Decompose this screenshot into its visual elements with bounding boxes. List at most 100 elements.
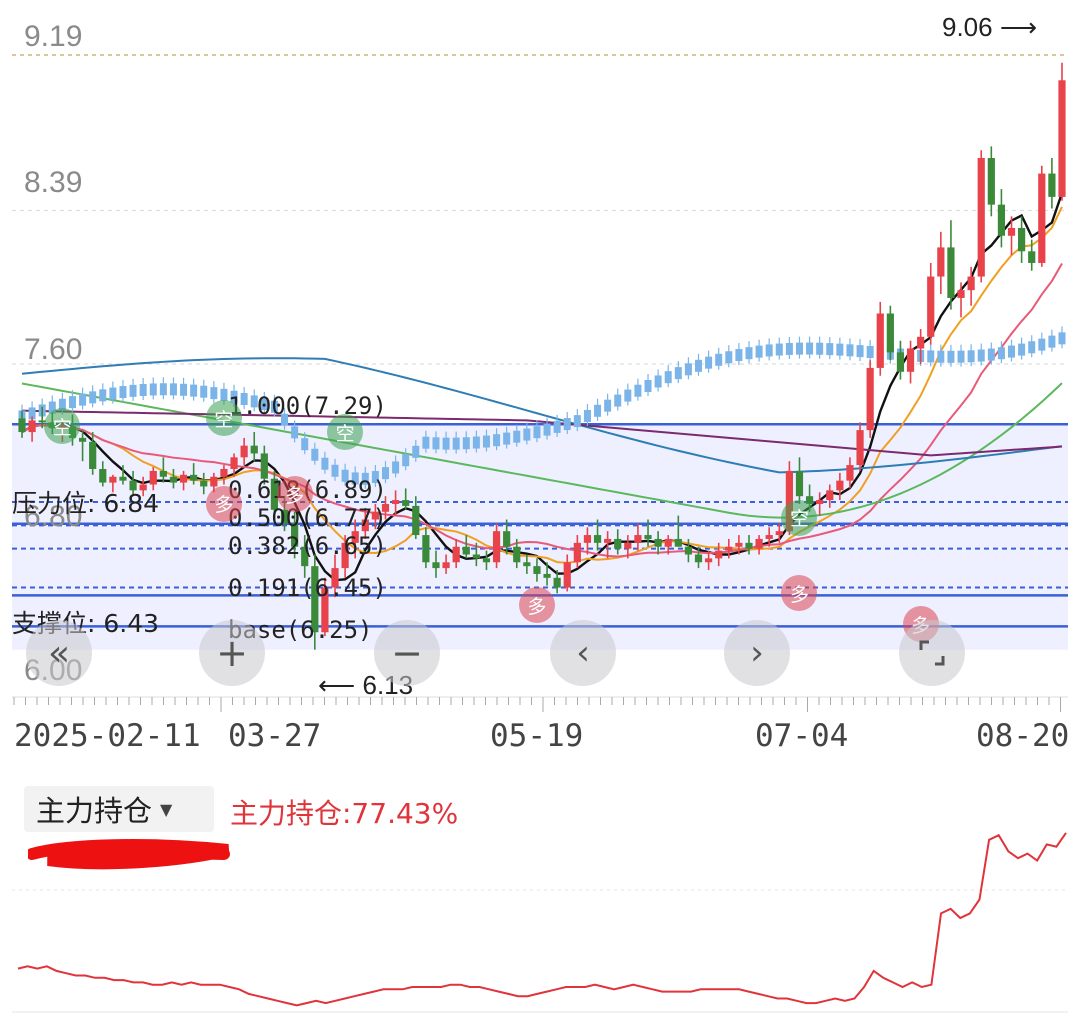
candle-body [583, 535, 592, 543]
zoom-in-button[interactable]: + [199, 620, 265, 686]
y-tick-label: 9.19 [24, 20, 83, 53]
minus-icon: − [391, 631, 423, 675]
dropdown-caret-icon: ▼ [160, 799, 173, 819]
projection-candle [119, 386, 127, 399]
scroll-left-button[interactable]: « [26, 620, 92, 686]
projection-candle [331, 464, 339, 477]
projection-candle [583, 409, 591, 422]
next-button[interactable]: › [724, 620, 790, 686]
x-tick-label: 2025-02-11 [14, 718, 201, 754]
candle-body [1038, 173, 1046, 263]
projection-candle [109, 387, 117, 400]
candle-body [179, 474, 188, 483]
sell-signal-badge: 空 [327, 414, 364, 451]
projection-candle [987, 348, 995, 361]
candle-body [937, 247, 945, 277]
projection-candle [967, 350, 975, 363]
candle-body [513, 546, 521, 563]
candle-body [664, 538, 672, 547]
candle-body [684, 546, 693, 555]
projection-candle [775, 343, 783, 356]
candle-body [260, 453, 268, 479]
projection-candle [846, 344, 854, 357]
candle-body [694, 554, 703, 563]
candle-body [200, 480, 208, 487]
projection-candle [735, 349, 743, 362]
candle-body [159, 470, 167, 477]
projection-candle [543, 423, 551, 436]
candle-body [412, 505, 420, 536]
projection-candle [422, 436, 430, 449]
candle-body [967, 276, 975, 291]
projection-candle [1008, 345, 1016, 358]
projection-candle [291, 426, 299, 439]
candle-body [674, 538, 682, 547]
candle-body [482, 558, 491, 563]
indicator-selector[interactable]: 主力持仓 ▼ [24, 786, 214, 832]
candle-body [89, 441, 97, 469]
zoom-out-button[interactable]: − [374, 620, 440, 686]
candle-body [957, 290, 965, 298]
projection-candle [432, 437, 440, 450]
candle-body [906, 348, 915, 372]
projection-candle [311, 448, 319, 461]
indicator-selector-label: 主力持仓 [36, 794, 153, 828]
chevron-right-icon: › [750, 633, 764, 673]
candle-body [987, 158, 995, 205]
projection-candle [533, 426, 541, 439]
y-tick-label: 7.60 [24, 333, 83, 366]
buy-signal-badge: 多 [518, 587, 555, 624]
projection-candle [462, 437, 470, 450]
candle-body [917, 336, 925, 349]
projection-candle [169, 383, 177, 396]
candle-body [886, 313, 894, 353]
candle-body [492, 531, 501, 563]
candle-body [109, 476, 117, 483]
candle-body [947, 247, 955, 298]
projection-candle [1058, 332, 1066, 345]
projection-candle [482, 435, 490, 448]
sell-signal-badge: 空 [781, 499, 818, 536]
candle-body [553, 577, 561, 588]
candle-body [725, 546, 733, 551]
prev-button[interactable]: ‹ [550, 620, 616, 686]
projection-candle [392, 461, 400, 474]
projection-candle [634, 384, 642, 397]
x-tick-label: 08-20 [976, 718, 1070, 754]
candle-body [523, 562, 531, 567]
candle-body [826, 490, 834, 501]
candle-body [593, 535, 602, 543]
projection-candle [99, 389, 107, 402]
candle-body [442, 562, 450, 569]
projection-candle [654, 375, 662, 388]
redaction-scribble [28, 839, 230, 870]
projection-candle [159, 383, 167, 396]
projection-candle [1028, 341, 1036, 354]
projection-candle [563, 418, 571, 431]
projection-candle [129, 384, 137, 397]
projection-candle [785, 342, 793, 355]
resistance-label: 压力位: 6.84 [12, 489, 160, 518]
chevron-left-icon: ‹ [576, 633, 590, 673]
indicator-value: 主力持仓:77.43% [230, 797, 459, 830]
candle-body [876, 313, 884, 368]
buy-signal-badge: 多 [276, 476, 313, 513]
fullscreen-button[interactable] [899, 620, 965, 686]
candle-body [18, 418, 26, 433]
projection-candle [644, 379, 652, 392]
candle-body [856, 430, 864, 466]
projection-candle [321, 457, 329, 470]
projection-candle [684, 363, 692, 376]
projection-candle [594, 404, 602, 417]
projection-candle [472, 436, 480, 449]
projection-candle [826, 343, 834, 356]
candle-body [240, 445, 248, 458]
candle-body [543, 573, 551, 578]
projection-candle [573, 415, 581, 428]
candle-body [1048, 173, 1056, 197]
projection-candle [523, 428, 531, 441]
candle-body [190, 474, 198, 481]
plus-icon: + [216, 631, 248, 675]
candle-body [1058, 80, 1066, 197]
projection-candle [806, 342, 814, 355]
